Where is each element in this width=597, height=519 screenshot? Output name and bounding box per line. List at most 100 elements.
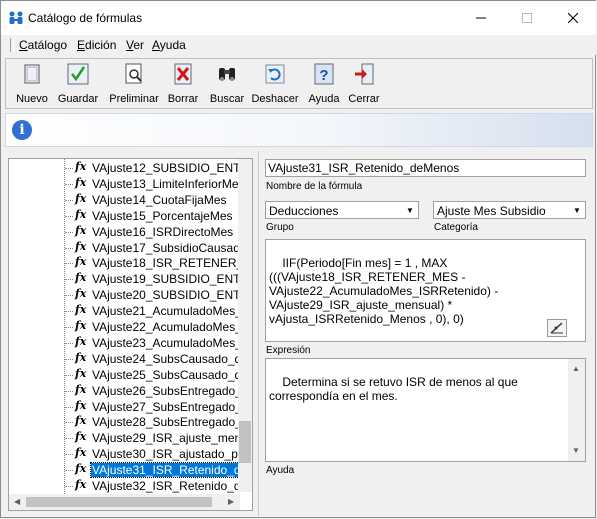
ayuda-scrollbar[interactable]: ▲ ▼ <box>568 359 585 461</box>
expression-editor-icon[interactable] <box>547 319 567 337</box>
tree-item-label: VAjuste17_SubsidioCausadoMes <box>92 240 253 255</box>
formula-icon: fx <box>75 319 87 332</box>
grupo-label: Grupo <box>266 222 294 233</box>
ayuda-textarea[interactable]: Determina si se retuvo ISR de menos al q… <box>265 358 586 462</box>
menu-bar: Catálogo Edición Ver Ayuda <box>1 35 596 55</box>
menu-grip <box>10 38 14 52</box>
tree-item-label: VAjuste16_ISRDirectoMes <box>92 224 234 239</box>
formula-icon: fx <box>75 271 87 285</box>
app-icon <box>9 11 23 24</box>
chevron-down-icon[interactable]: ▼ <box>404 205 416 217</box>
categoria-select[interactable]: Ajuste Mes Subsidio ▼ <box>433 201 586 219</box>
tree-horizontal-scrollbar[interactable]: ◀ ▶ <box>9 494 240 510</box>
formula-icon: fx <box>75 382 87 396</box>
tree-branch-line <box>65 295 73 297</box>
formula-icon: fx <box>75 350 87 364</box>
tree-branch-line <box>65 342 73 344</box>
new-document-icon <box>24 64 40 84</box>
tree-branch-line <box>65 390 73 392</box>
tree-branch-line <box>65 358 73 360</box>
deshacer-button[interactable]: Deshacer <box>250 63 300 105</box>
tree-item-label: VAjuste21_AcumuladoMes_Sub <box>92 304 253 319</box>
formula-icon: fx <box>75 478 87 491</box>
menu-catalogo[interactable]: Catálogo <box>19 38 67 52</box>
binoculars-icon <box>219 68 235 81</box>
expresion-textarea[interactable]: IIF(Periodo[Fin mes] = 1 , MAX (((VAjust… <box>265 239 586 342</box>
tree-branch-line <box>65 311 73 313</box>
formula-icon: fx <box>75 160 87 173</box>
tree-branch-line <box>65 438 73 440</box>
tree-item-label: VAjuste13_LimiteInferiorMes <box>92 176 245 191</box>
tree-item-label: VAjuste28_SubsEntregado_deMe <box>92 415 252 430</box>
scroll-right-icon[interactable]: ▶ <box>228 497 234 506</box>
formula-tree[interactable]: fx VAjuste12_SUBSIDIO_ENTREG fx VAjuste13_L… <box>8 158 253 511</box>
categoria-label: Categoría <box>434 222 478 233</box>
checkmark-icon <box>67 63 89 85</box>
exit-icon <box>355 63 374 85</box>
formula-icon: fx <box>75 207 87 221</box>
tree-vertical-scroll-thumb[interactable] <box>239 421 251 463</box>
guardar-button[interactable]: Guardar <box>55 63 101 105</box>
formula-icon: fx <box>75 334 87 348</box>
tree-branch-line <box>65 247 73 249</box>
tree-branch-line <box>65 454 73 456</box>
maximize-button[interactable] <box>504 1 550 35</box>
preliminar-button[interactable]: Preliminar <box>107 63 161 105</box>
nuevo-button[interactable]: Nuevo <box>14 63 50 105</box>
ayuda-label: Ayuda <box>266 465 295 476</box>
borrar-button[interactable]: Borrar <box>165 63 201 105</box>
tree-item-label: VAjuste29_ISR_ajuste_mensual <box>92 431 253 446</box>
minimize-icon <box>476 17 486 19</box>
formula-catalog-window: Catálogo de fórmulas Catálogo Edición Ve… <box>0 0 596 518</box>
formula-icon: fx <box>75 398 87 412</box>
tree-branch-line <box>65 486 73 487</box>
tree-item-label: VAjuste15_PorcentajeMes <box>92 208 233 223</box>
scroll-up-icon[interactable]: ▲ <box>572 362 580 376</box>
chevron-down-icon[interactable]: ▼ <box>571 205 583 217</box>
formula-icon: fx <box>75 287 87 301</box>
formula-icon: fx <box>75 414 87 428</box>
formula-icon: fx <box>75 366 87 380</box>
tree-branch-line <box>65 470 73 472</box>
minimize-button[interactable] <box>458 1 504 35</box>
tree-branch-line <box>65 327 73 328</box>
formula-icon: fx <box>75 303 87 317</box>
formula-icon: fx <box>75 446 87 460</box>
info-bar: i <box>5 113 593 147</box>
tree-branch-line <box>65 422 73 424</box>
grupo-select[interactable]: Deducciones ▼ <box>265 201 419 219</box>
tree-branch-line <box>65 168 73 169</box>
print-preview-icon <box>125 63 142 84</box>
tree-branch-line <box>65 279 73 281</box>
panel-splitter[interactable] <box>258 151 259 516</box>
tree-item-label: VAjuste27_SubsEntregado_no_c <box>92 399 253 414</box>
ayuda-button[interactable]: ? Ayuda <box>306 63 342 105</box>
tree-branch-line <box>65 183 73 185</box>
tree-branch-line <box>65 374 73 376</box>
tree-horizontal-scroll-thumb[interactable] <box>26 497 212 507</box>
tree-branch-line <box>65 263 73 265</box>
scroll-down-icon[interactable]: ▼ <box>572 444 580 458</box>
toolbar: Nuevo Guardar Preliminar Borrar Buscar D… <box>5 58 593 109</box>
menu-ver[interactable]: Ver <box>126 38 144 52</box>
tree-item-label: VAjuste30_ISR_ajustado_por_S <box>92 447 253 462</box>
menu-edicion[interactable]: Edición <box>77 38 116 52</box>
menu-ayuda[interactable]: Ayuda <box>152 38 186 52</box>
tree-branch-line <box>65 231 73 233</box>
tree-item-label: VAjuste18_ISR_RETENER_ME <box>92 256 253 271</box>
close-window-button[interactable] <box>550 1 596 35</box>
cerrar-button[interactable]: Cerrar <box>346 63 382 105</box>
tree-item-label: VAjuste19_SUBSIDIO_ENTREG <box>92 272 253 287</box>
tree-branch-line <box>65 406 73 408</box>
nombre-formula-input[interactable]: VAjuste31_ISR_Retenido_deMenos <box>265 159 586 177</box>
info-icon: i <box>12 120 32 140</box>
buscar-button[interactable]: Buscar <box>207 63 247 105</box>
tree-item-label: VAjuste23_AcumuladoMes_Sub <box>92 335 253 350</box>
undo-icon <box>265 64 285 84</box>
svg-text:?: ? <box>319 67 328 84</box>
formula-icon: fx <box>75 223 87 237</box>
close-icon <box>568 13 578 23</box>
tree-vertical-scrollbar[interactable] <box>238 159 252 492</box>
scroll-left-icon[interactable]: ◀ <box>14 497 20 506</box>
tree-item-label: VAjuste24_SubsCausado_deMa <box>92 351 253 366</box>
